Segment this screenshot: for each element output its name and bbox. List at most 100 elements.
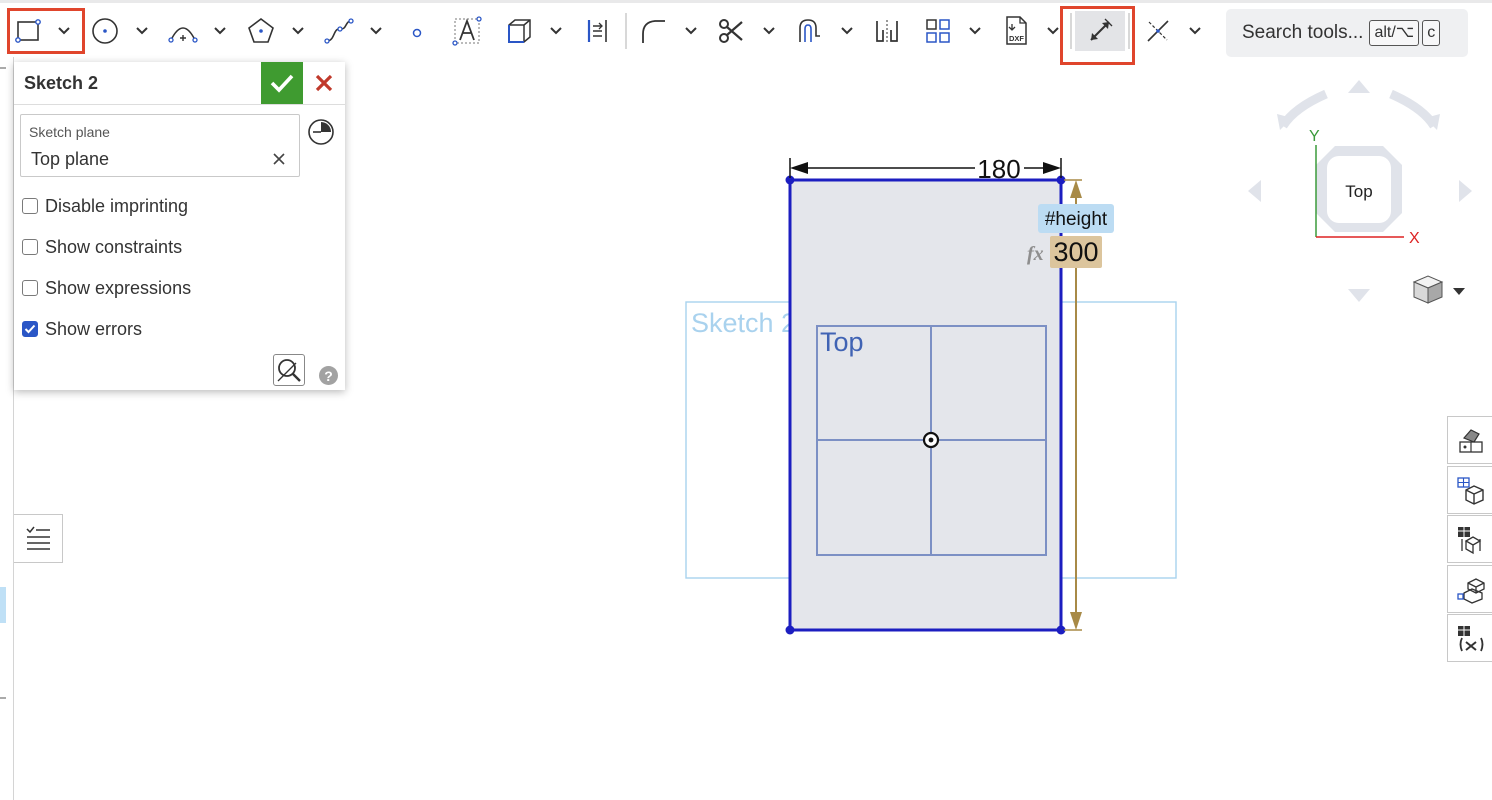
dxf-options-dropdown[interactable] (1042, 17, 1064, 45)
circle-icon (92, 18, 118, 44)
rectangle-tool-button[interactable] (8, 11, 48, 51)
assembly-connector-icon (1457, 578, 1485, 604)
fillet-tool-button[interactable] (632, 11, 672, 51)
use-tool-button[interactable] (499, 11, 539, 51)
origin-point[interactable] (922, 431, 940, 449)
scissors-icon (719, 19, 743, 43)
use-project-icon (508, 19, 531, 43)
rotate-arc-right[interactable] (1389, 89, 1438, 129)
slot-options-dropdown[interactable] (836, 17, 858, 45)
view-cube[interactable]: Top (1248, 80, 1472, 302)
trim-options-dropdown[interactable] (758, 17, 780, 45)
checkbox-disable-imprinting[interactable]: Disable imprinting (22, 195, 188, 217)
checkbox-label: Disable imprinting (45, 195, 189, 216)
spline-tool-button[interactable] (319, 11, 359, 51)
sketch-plane-field[interactable]: Sketch plane Top plane (20, 114, 300, 177)
width-dimension-value[interactable]: 180 (977, 154, 1020, 184)
chevron-down-icon (763, 27, 775, 35)
construction-options-dropdown[interactable] (1184, 17, 1206, 45)
view-arrow-right[interactable] (1459, 180, 1472, 202)
toolbar-divider (625, 13, 627, 49)
magnifier-sketch-icon (277, 359, 301, 382)
rectangle-corner-point[interactable] (785, 175, 795, 185)
checkbox-box[interactable] (22, 198, 38, 214)
pattern-tool-button[interactable] (918, 11, 958, 51)
checkbox-show-expressions[interactable]: Show expressions (22, 277, 191, 299)
mirror-tool-button[interactable] (867, 11, 907, 51)
use-options-dropdown[interactable] (545, 17, 567, 45)
view-arrow-down[interactable] (1348, 289, 1370, 302)
height-dimension-box[interactable] (1050, 236, 1102, 268)
arc-options-dropdown[interactable] (209, 17, 231, 45)
rectangle-options-dropdown[interactable] (53, 17, 75, 45)
toolbar-divider (1128, 13, 1130, 49)
point-tool-button[interactable] (397, 11, 437, 51)
circle-options-dropdown[interactable] (131, 17, 153, 45)
search-tools-button[interactable]: Search tools... alt/⌥ c (1226, 9, 1468, 57)
edge-tick (0, 697, 6, 699)
fillet-options-dropdown[interactable] (680, 17, 702, 45)
svg-text:DXF: DXF (1009, 34, 1024, 43)
cancel-button[interactable] (306, 62, 342, 104)
sketch-feature-dialog: Sketch 2 Sketch plane Top plane Disable … (14, 62, 345, 390)
dxf-import-button[interactable]: DXF (996, 11, 1036, 51)
trim-tool-button[interactable] (711, 11, 751, 51)
checkbox-box[interactable] (22, 239, 38, 255)
spline-options-dropdown[interactable] (365, 17, 387, 45)
history-clock-icon[interactable] (307, 118, 335, 146)
edge-tick (0, 67, 6, 69)
polygon-options-dropdown[interactable] (287, 17, 309, 45)
sketch-inspect-button[interactable] (273, 354, 305, 386)
polygon-tool-button[interactable] (241, 11, 281, 51)
chevron-down-icon (841, 27, 853, 35)
rectangle-corner-point[interactable] (785, 625, 795, 635)
mate-connectors-panel-button[interactable] (1447, 565, 1492, 613)
rectangle-corner-point[interactable] (1056, 625, 1066, 635)
checkbox-label: Show errors (45, 318, 143, 339)
checkbox-box[interactable] (22, 280, 38, 296)
sketch-rectangle[interactable] (788, 178, 1063, 632)
sketch-toolbar: DXF Search tools... alt/⌥ c (0, 3, 1492, 65)
checkbox-show-errors[interactable]: Show errors (22, 318, 142, 340)
configurations-panel-button[interactable] (1447, 466, 1492, 514)
feature-list-toggle[interactable] (14, 514, 63, 563)
render-mode-menu[interactable] (1412, 275, 1465, 304)
clear-selection-icon[interactable] (271, 149, 287, 167)
circle-tool-button[interactable] (85, 11, 125, 51)
appearance-panel-button[interactable] (1447, 416, 1492, 464)
rotate-arc-left[interactable] (1279, 89, 1328, 129)
sketch-name-label: Sketch 2 (691, 308, 796, 338)
view-arrow-up[interactable] (1348, 80, 1370, 93)
text-tool-button[interactable] (447, 11, 487, 51)
sketch-fillet-icon (642, 20, 665, 43)
chevron-down-icon (370, 27, 382, 35)
chevron-down-icon (292, 27, 304, 35)
checkbox-box-checked[interactable] (22, 321, 38, 337)
variables-panel-button[interactable] (1447, 515, 1492, 563)
chevron-down-icon (685, 27, 697, 35)
offset-tool-button[interactable] (577, 11, 617, 51)
accept-button[interactable] (261, 62, 303, 104)
sketch-plane-label: Sketch plane (29, 124, 110, 140)
fx-table-icon (1458, 626, 1484, 652)
pattern-icon (926, 19, 950, 43)
variable-table-icon (1458, 527, 1482, 555)
dimension-tool-button[interactable] (1075, 11, 1125, 51)
checkbox-label: Show expressions (45, 277, 192, 298)
arc-tool-button[interactable] (163, 11, 203, 51)
construction-tool-button[interactable] (1138, 11, 1178, 51)
checkbox-show-constraints[interactable]: Show constraints (22, 236, 182, 258)
variable-expression-panel-button[interactable] (1447, 614, 1492, 662)
offset-icon (587, 20, 607, 42)
rectangle-corner-point[interactable] (1056, 175, 1066, 185)
view-arrow-left[interactable] (1248, 180, 1261, 202)
slot-tool-button[interactable] (789, 11, 829, 51)
chevron-down-icon (214, 27, 226, 35)
chevron-down-icon (136, 27, 148, 35)
text-icon (452, 16, 482, 46)
pattern-options-dropdown[interactable] (964, 17, 986, 45)
help-icon[interactable]: ? (319, 366, 338, 385)
close-icon (315, 74, 333, 92)
dxf-file-icon: DXF (1006, 16, 1027, 45)
slot-icon (799, 19, 820, 42)
